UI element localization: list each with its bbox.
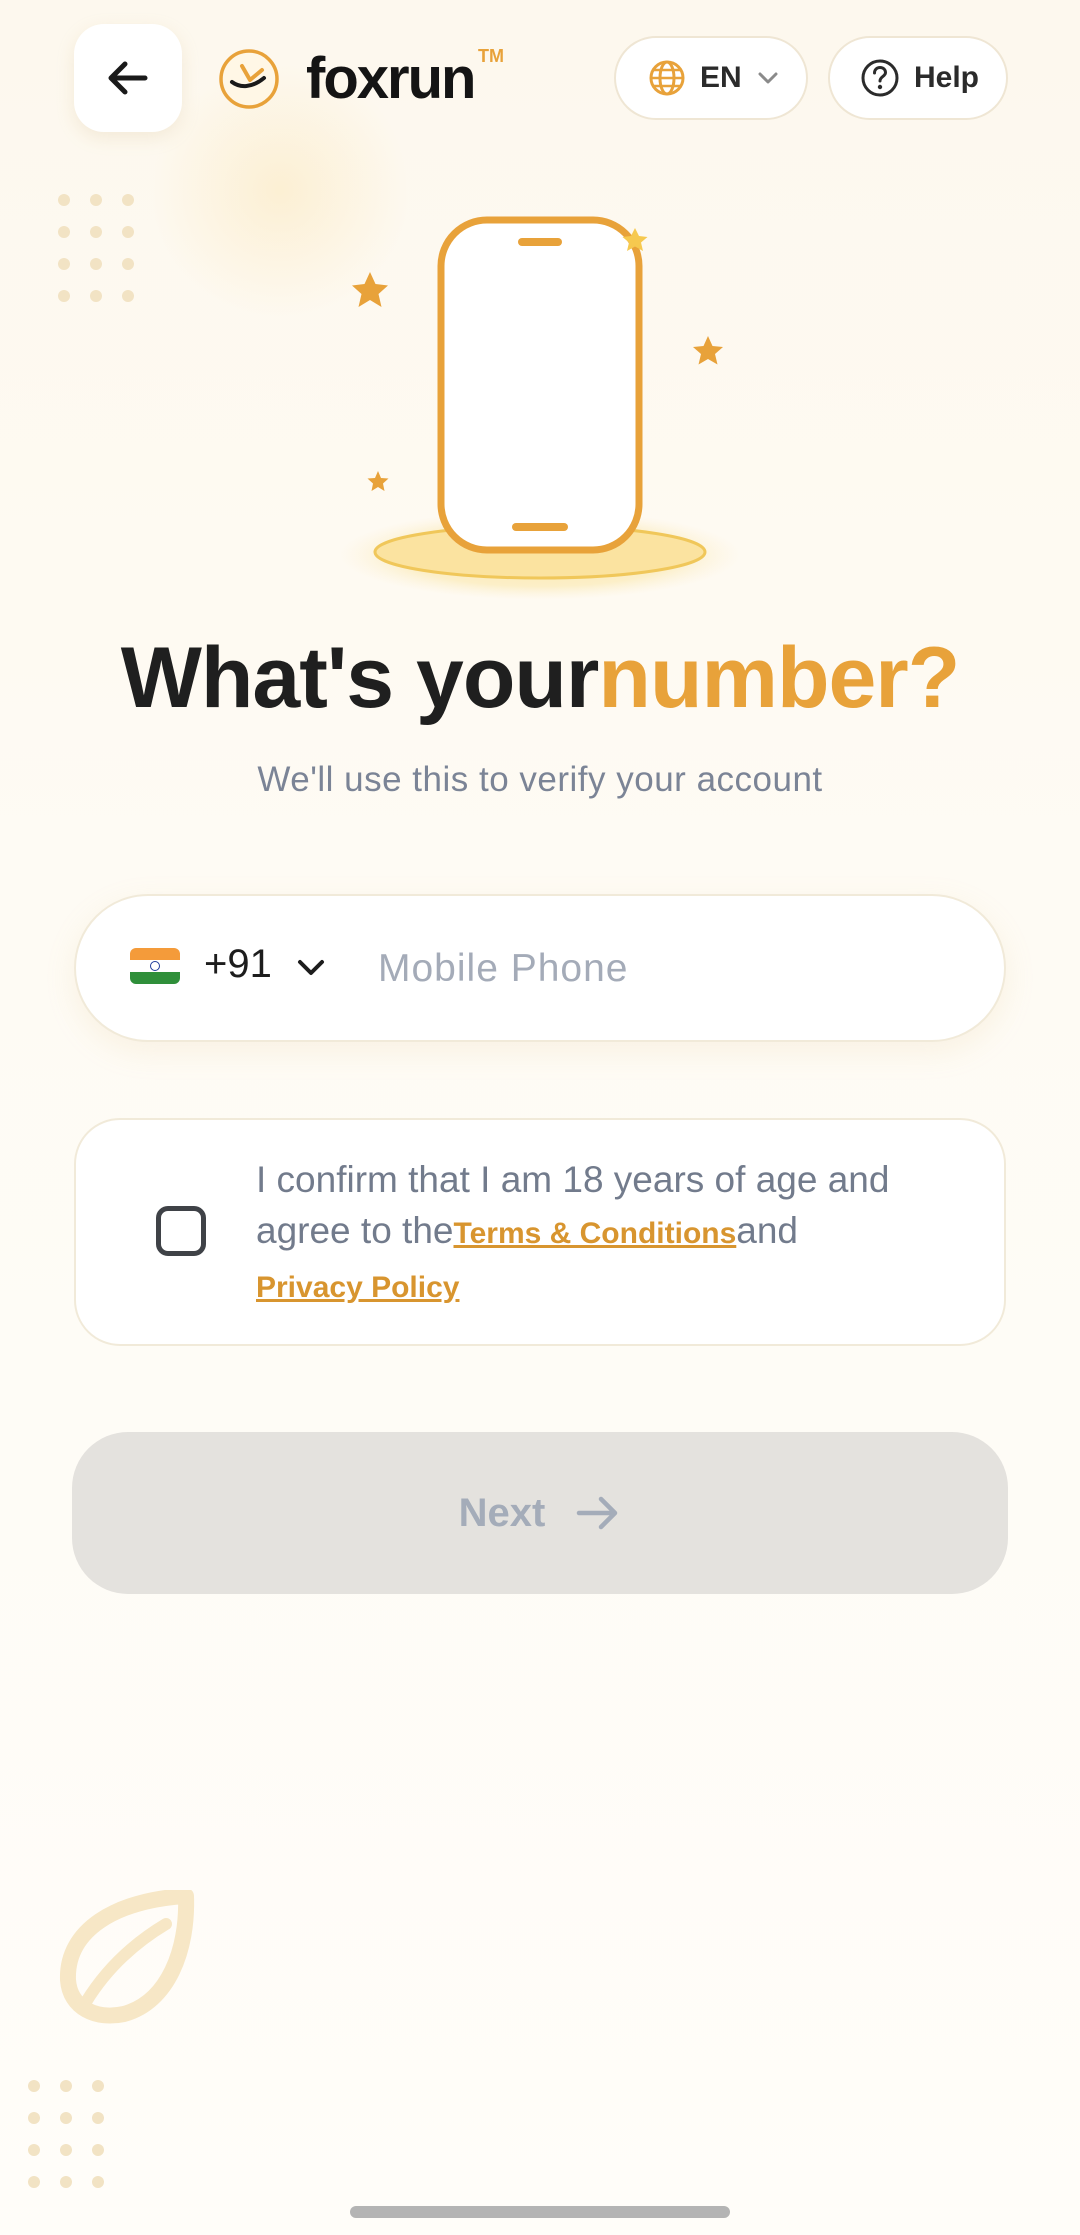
consent-text-part-2: and (736, 1210, 799, 1251)
title-part-1: What's your (120, 630, 600, 726)
help-button[interactable]: Help (828, 36, 1008, 120)
page-title: What's yournumber? (0, 628, 1080, 728)
brand-name: foxrun (306, 46, 476, 111)
age-consent-checkbox[interactable] (156, 1206, 206, 1256)
terms-conditions-link[interactable]: Terms & Conditions (453, 1217, 736, 1250)
mobile-phone-input[interactable] (376, 932, 960, 1006)
arrow-right-icon (577, 1496, 618, 1530)
next-button-label: Next (458, 1490, 546, 1535)
india-flag-icon[interactable] (130, 948, 180, 984)
back-button[interactable] (74, 24, 182, 132)
consent-card: I confirm that I am 18 years of age and … (74, 1118, 1006, 1346)
language-selector[interactable]: EN (614, 36, 808, 120)
page-subtitle: We'll use this to verify your account (257, 760, 823, 799)
chevron-down-icon[interactable] (294, 952, 328, 982)
decorative-dots-top (58, 194, 134, 302)
foxrun-logo-icon (219, 49, 279, 109)
country-code[interactable]: +91 (204, 942, 272, 987)
brand-trademark: TM (478, 46, 504, 66)
arrow-left-icon (108, 61, 148, 95)
privacy-policy-link[interactable]: Privacy Policy (256, 1271, 459, 1304)
help-circle-icon (861, 59, 899, 97)
title-part-2: number? (598, 630, 960, 726)
consent-text: I confirm that I am 18 years of age and … (256, 1154, 976, 1313)
home-indicator[interactable] (350, 2206, 730, 2218)
globe-icon (649, 60, 685, 96)
phone-illustration-icon (340, 216, 740, 600)
language-label: EN (700, 61, 742, 94)
leaf-decoration-icon (59, 1890, 195, 2024)
decorative-dots-bottom (28, 2080, 104, 2188)
next-button[interactable]: Next (72, 1432, 1008, 1594)
chevron-down-icon (758, 72, 778, 84)
phone-input-card: +91 (74, 894, 1006, 1042)
help-label: Help (914, 61, 980, 94)
